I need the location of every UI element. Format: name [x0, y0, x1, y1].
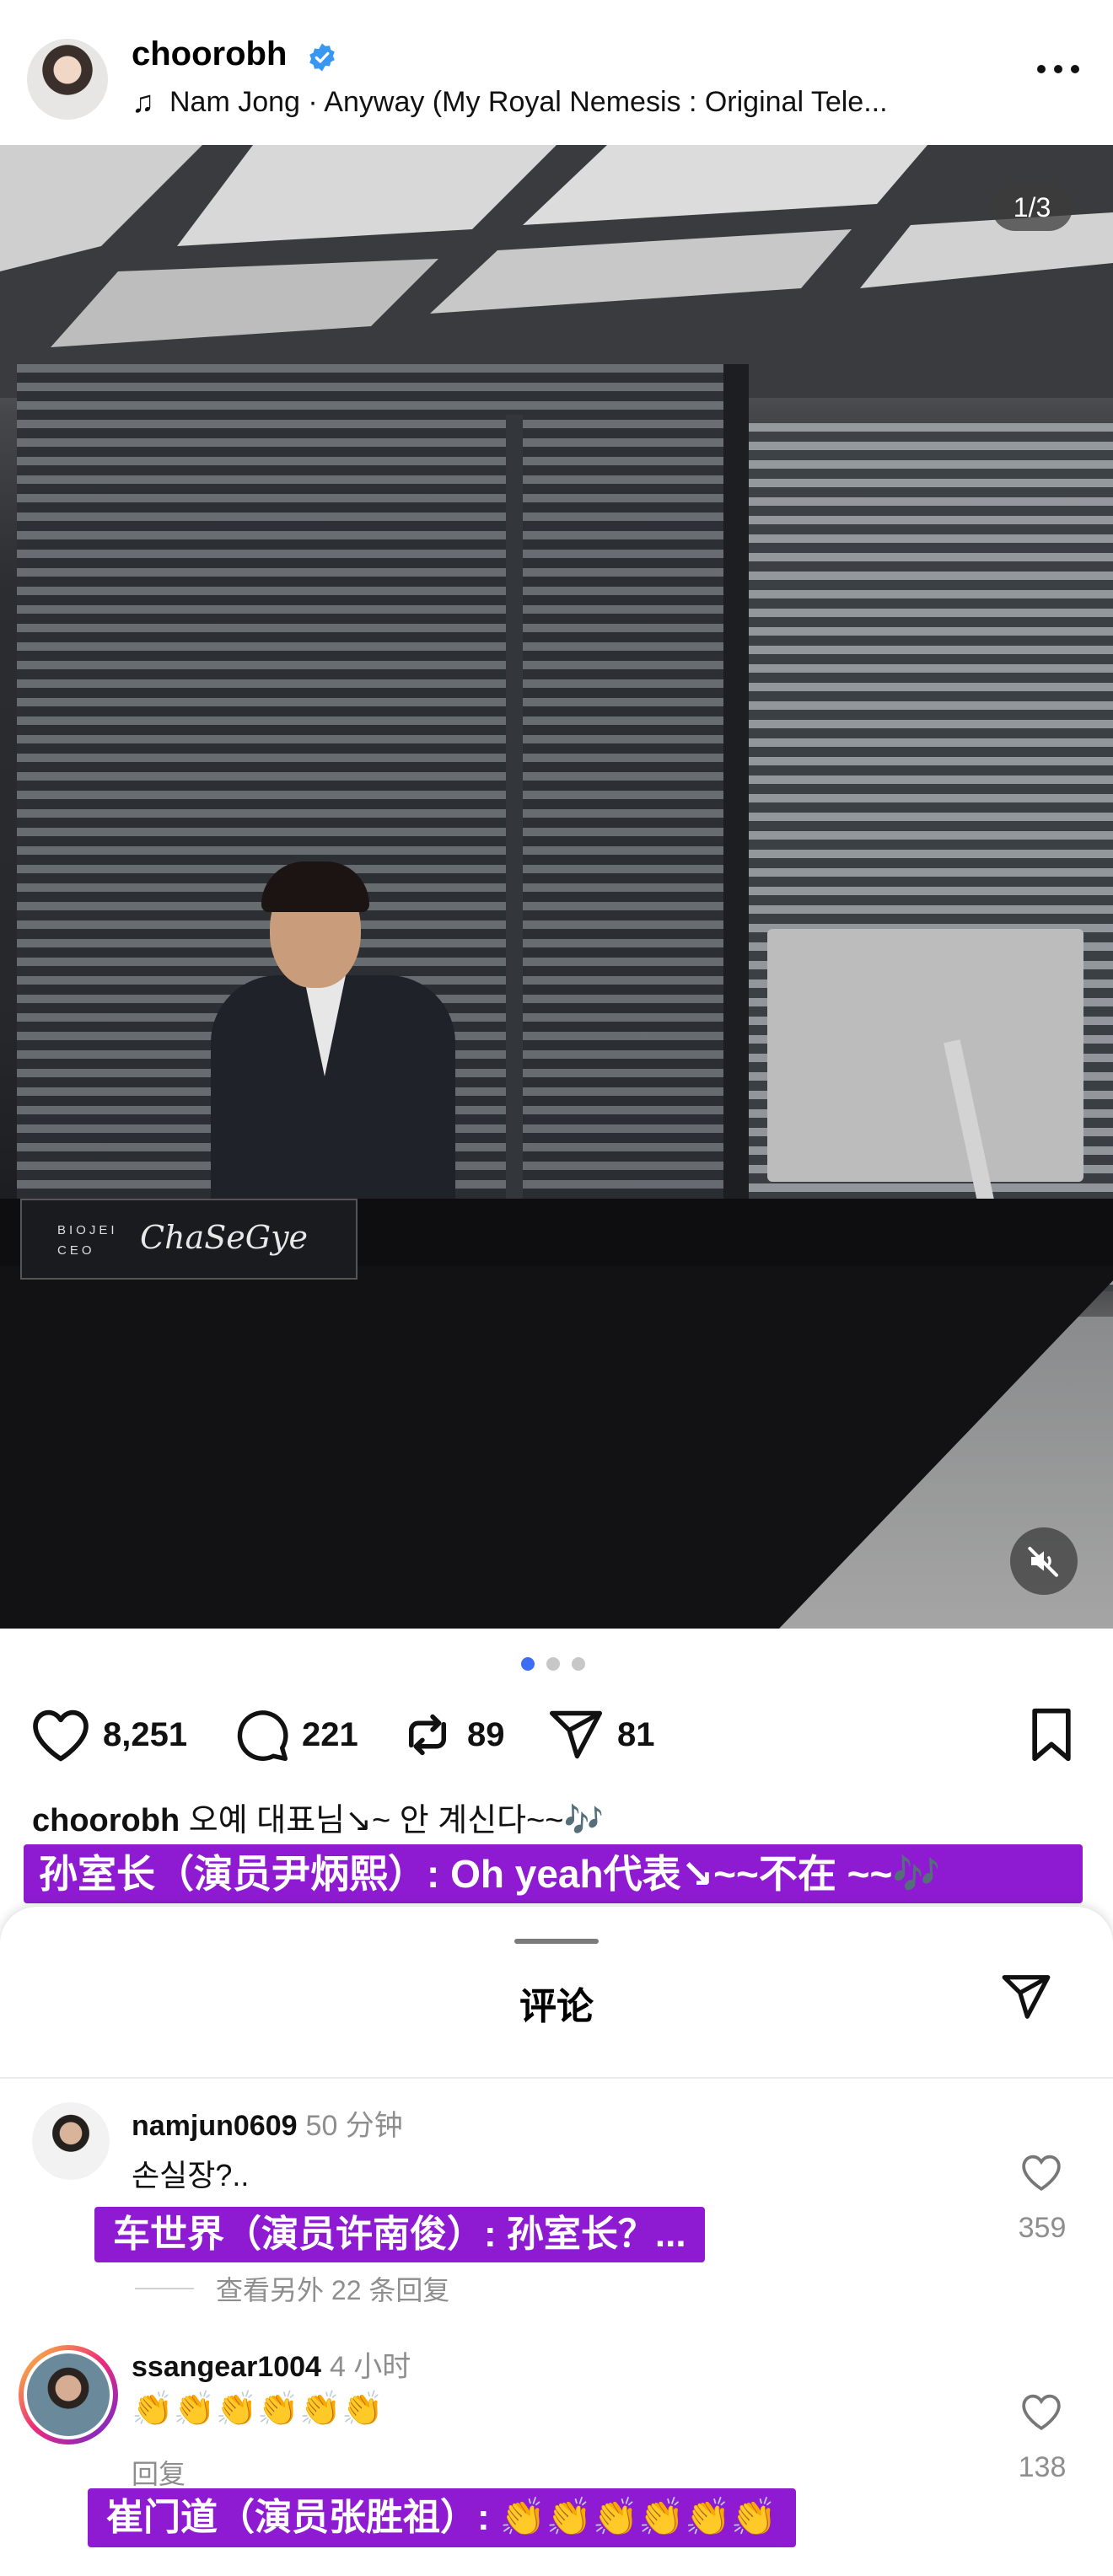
share-count: 81 — [617, 1715, 655, 1753]
mute-icon[interactable] — [1010, 1527, 1078, 1595]
repost-icon — [409, 1714, 446, 1756]
sheet-send-icon[interactable] — [1000, 1971, 1052, 2023]
caption-subtitle: 孙室长（演员尹炳熙）: Oh yeah代表↘~~不在 ~~🎶 — [24, 1844, 1083, 1903]
comment-like-icon[interactable] — [1020, 2391, 1062, 2433]
post-image[interactable]: BIOJEI CEO ChaSeGye 1/3 — [0, 145, 1113, 1629]
comment-like-count: 359 — [1018, 2212, 1067, 2244]
nameplate-signature: ChaSeGye — [140, 1219, 309, 1256]
caption-username[interactable]: choorobh — [32, 1803, 180, 1838]
music-track-label: Nam Jong · Anyway (My Royal Nemesis : Or… — [169, 85, 888, 118]
share-button[interactable]: 81 — [546, 1701, 655, 1768]
carousel-dot-3 — [572, 1657, 585, 1671]
music-track[interactable]: ♫ Nam Jong · Anyway (My Royal Nemesis : … — [132, 84, 983, 120]
like-count: 8,251 — [103, 1715, 188, 1753]
comment-text: 손실장?.. — [132, 2158, 250, 2192]
comment-bubble-icon — [237, 1710, 288, 1762]
action-bar: 8,251 221 89 81 — [0, 1701, 1113, 1768]
comment-username[interactable]: ssangear1004 — [132, 2351, 321, 2383]
nameplate-company: BIOJEI CEO — [57, 1223, 118, 1258]
speaker-muted-icon — [1028, 1547, 1058, 1577]
comment-avatar-photo — [24, 2350, 113, 2439]
reply-button[interactable]: 回复 — [132, 2453, 186, 2492]
comment-avatar[interactable] — [32, 2102, 110, 2180]
window-frame — [506, 415, 523, 1291]
view-replies-label: 查看另外 22 条回复 — [216, 2275, 450, 2305]
comment-text: 👏👏👏👏👏👏 — [132, 2391, 384, 2428]
comment-subtitle: 车世界（演员许南俊）: 孙室长？... — [94, 2207, 705, 2262]
repost-count: 89 — [467, 1715, 505, 1753]
reply-label: 回复 — [132, 2459, 186, 2489]
comment-count: 221 — [302, 1715, 358, 1753]
comment-button[interactable]: 221 — [233, 1701, 358, 1768]
author-username[interactable]: choorobh — [132, 35, 287, 73]
more-options-icon[interactable] — [1037, 61, 1079, 78]
comment-time: 50 分钟 — [305, 2110, 403, 2142]
desk-nameplate: BIOJEI CEO ChaSeGye — [20, 1199, 358, 1280]
heart-icon — [33, 1709, 89, 1762]
post-header: choorobh ♫ Nam Jong · Anyway (My Royal N… — [0, 0, 1113, 145]
monitor — [767, 929, 1083, 1182]
repost-button[interactable]: 89 — [400, 1701, 505, 1768]
comment-subtitle: 崔门道（演员张胜祖）: 👏👏👏👏👏👏 — [88, 2488, 796, 2547]
like-button[interactable]: 8,251 — [30, 1701, 187, 1768]
carousel-counter: 1/3 — [992, 184, 1073, 231]
music-note-icon: ♫ — [132, 84, 154, 119]
comment-header: namjun0609 50 分钟 — [132, 2102, 403, 2144]
sheet-grabber[interactable] — [514, 1939, 599, 1944]
carousel-indicator — [521, 1657, 585, 1671]
comment-like-icon[interactable] — [1020, 2151, 1062, 2193]
comment-time: 4 小时 — [329, 2351, 411, 2383]
replies-line — [135, 2288, 194, 2289]
author-avatar[interactable] — [27, 39, 108, 120]
view-replies-button[interactable]: 查看另外 22 条回复 — [135, 2269, 449, 2308]
comment-username[interactable]: namjun0609 — [132, 2110, 298, 2142]
send-icon — [549, 1710, 603, 1759]
save-button[interactable] — [1025, 1701, 1078, 1768]
caption-text: 오예 대표님↘~ 안 계신다~~🎶 — [188, 1803, 604, 1838]
sheet-divider — [0, 2077, 1113, 2079]
verified-badge-icon — [309, 43, 335, 72]
bookmark-icon — [1032, 1708, 1071, 1762]
comment-header: ssangear1004 4 小时 — [132, 2343, 411, 2385]
carousel-dot-1 — [521, 1657, 535, 1671]
carousel-dot-2 — [546, 1657, 560, 1671]
comment-like-count: 138 — [1018, 2451, 1067, 2483]
post-caption: choorobh 오예 대표님↘~ 안 계신다~~🎶 — [32, 1794, 604, 1840]
comment-avatar-story-ring[interactable] — [19, 2345, 118, 2445]
comments-sheet-title: 评论 — [519, 1986, 594, 2027]
ceiling-graphic — [0, 145, 1113, 398]
